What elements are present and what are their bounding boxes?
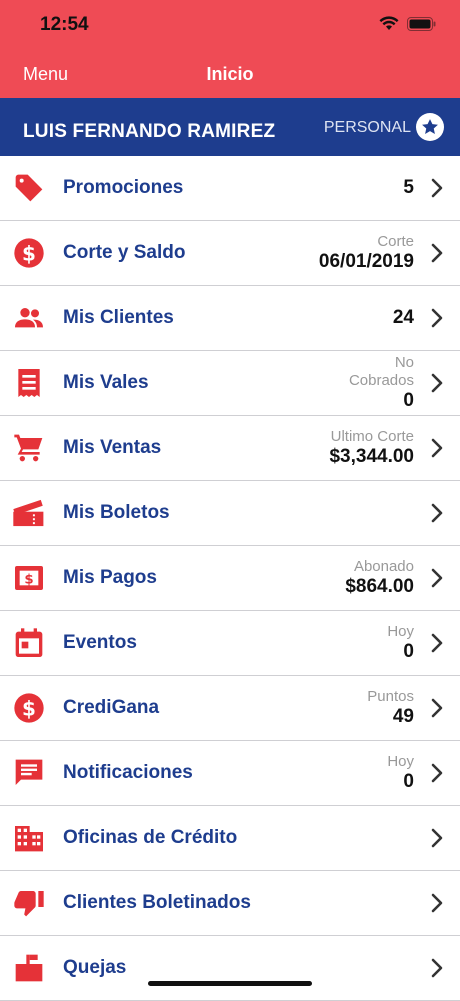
menu-item-info: Corte 06/01/2019 xyxy=(319,221,414,285)
menu-item-corte-y-saldo[interactable]: $ Corte y Saldo Corte 06/01/2019 xyxy=(0,221,460,286)
chevron-right-icon xyxy=(431,178,443,198)
chevron-right-icon xyxy=(431,828,443,848)
status-bar: 12:54 xyxy=(0,0,460,50)
menu-item-info: Hoy 0 xyxy=(387,611,414,675)
svg-text:$: $ xyxy=(22,696,36,720)
menu-item-value: 0 xyxy=(403,390,414,411)
dollar-circle-icon: $ xyxy=(12,691,46,725)
menu-item-info: 5 xyxy=(403,156,414,220)
menu-item-clientes-boletinados[interactable]: Clientes Boletinados xyxy=(0,871,460,936)
menu-item-info: Ultimo Corte $3,344.00 xyxy=(329,416,414,480)
menu-item-mis-clientes[interactable]: Mis Clientes 24 xyxy=(0,286,460,351)
menu-item-value: 06/01/2019 xyxy=(318,251,414,272)
chevron-right-icon xyxy=(431,373,443,393)
menu-button[interactable]: Menu xyxy=(23,64,68,85)
cart-icon xyxy=(12,431,46,465)
user-bar: LUIS FERNANDO RAMIREZ PERSONAL xyxy=(0,98,460,156)
calendar-icon xyxy=(12,626,46,660)
menu-item-label: Mis Clientes xyxy=(63,307,174,328)
page-title: Inicio xyxy=(206,64,254,84)
user-name: LUIS FERNANDO RAMIREZ xyxy=(23,121,276,142)
wifi-icon xyxy=(379,16,399,31)
menu-item-value: 49 xyxy=(392,706,414,727)
menu-item-label: Mis Boletos xyxy=(63,502,170,523)
menu-list: Promociones 5 $ Corte y Saldo Corte 06/0… xyxy=(0,156,460,1001)
menu-item-value: 0 xyxy=(403,641,414,662)
message-icon xyxy=(12,756,46,790)
battery-icon xyxy=(407,16,436,31)
menu-item-mis-vales[interactable]: Mis Vales No Cobrados 0 xyxy=(0,351,460,416)
chevron-right-icon xyxy=(431,438,443,458)
chevron-right-icon xyxy=(431,763,443,783)
menu-item-caption: No Cobrados xyxy=(348,354,414,389)
menu-item-label: Oficinas de Crédito xyxy=(63,827,238,848)
menu-item-caption: Hoy xyxy=(387,753,414,770)
menu-item-info: Hoy 0 xyxy=(387,741,414,805)
menu-item-mis-pagos[interactable]: $ Mis Pagos Abonado $864.00 xyxy=(0,546,460,611)
menu-item-quejas[interactable]: Quejas xyxy=(0,936,460,1001)
menu-item-info: 24 xyxy=(393,286,414,350)
chevron-right-icon xyxy=(431,308,443,328)
star-icon xyxy=(416,113,444,141)
payment-icon: $ xyxy=(12,561,46,595)
menu-item-credigana[interactable]: $ CrediGana Puntos 49 xyxy=(0,676,460,741)
menu-item-info: Puntos 49 xyxy=(367,676,414,740)
svg-text:$: $ xyxy=(24,572,33,587)
ticket-icon xyxy=(12,496,46,530)
chevron-right-icon xyxy=(431,243,443,263)
nav-bar: Inicio Menu xyxy=(0,50,460,98)
menu-item-label: Clientes Boletinados xyxy=(63,892,251,913)
building-icon xyxy=(12,821,46,855)
menu-item-eventos[interactable]: Eventos Hoy 0 xyxy=(0,611,460,676)
menu-item-caption: Hoy xyxy=(387,623,414,640)
menu-item-info: Abonado $864.00 xyxy=(345,546,414,610)
menu-item-promociones[interactable]: Promociones 5 xyxy=(0,156,460,221)
receipt-icon xyxy=(12,366,46,400)
menu-item-label: Notificaciones xyxy=(63,762,193,783)
chevron-right-icon xyxy=(431,633,443,653)
status-icons xyxy=(379,16,436,31)
menu-item-caption: Puntos xyxy=(367,688,414,705)
menu-item-label: Eventos xyxy=(63,632,137,653)
chevron-right-icon xyxy=(431,503,443,523)
menu-item-label: CrediGana xyxy=(63,697,160,718)
status-time: 12:54 xyxy=(40,14,89,35)
home-indicator[interactable] xyxy=(148,981,312,986)
svg-text:$: $ xyxy=(22,241,36,265)
menu-item-info: No Cobrados 0 xyxy=(349,351,414,415)
tag-icon xyxy=(12,171,46,205)
menu-item-value: 0 xyxy=(403,771,414,792)
menu-item-label: Mis Ventas xyxy=(63,437,162,458)
menu-item-mis-boletos[interactable]: Mis Boletos xyxy=(0,481,460,546)
menu-item-caption: Corte xyxy=(377,233,414,250)
chevron-right-icon xyxy=(431,698,443,718)
menu-item-label: Mis Vales xyxy=(63,372,149,393)
menu-item-label: Mis Pagos xyxy=(63,567,157,588)
menu-item-value: $3,344.00 xyxy=(329,446,414,467)
menu-item-label: Quejas xyxy=(63,957,127,978)
people-icon xyxy=(12,301,46,335)
thumbs-down-icon xyxy=(12,886,46,920)
menu-item-label: Corte y Saldo xyxy=(63,242,186,263)
menu-item-value: 5 xyxy=(403,177,414,198)
menu-item-oficinas-de-credito[interactable]: Oficinas de Crédito xyxy=(0,806,460,871)
account-type-label: PERSONAL xyxy=(323,119,411,136)
menu-item-notificaciones[interactable]: Notificaciones Hoy 0 xyxy=(0,741,460,806)
menu-item-value: 24 xyxy=(392,307,414,328)
menu-item-caption: Abonado xyxy=(353,558,414,575)
menu-item-label: Promociones xyxy=(63,177,184,198)
menu-item-value: $864.00 xyxy=(345,576,414,597)
chevron-right-icon xyxy=(431,568,443,588)
chevron-right-icon xyxy=(431,958,443,978)
mailbox-icon xyxy=(12,951,46,985)
dollar-circle-icon: $ xyxy=(12,236,46,270)
chevron-right-icon xyxy=(431,893,443,913)
menu-item-mis-ventas[interactable]: Mis Ventas Ultimo Corte $3,344.00 xyxy=(0,416,460,481)
menu-item-caption: Ultimo Corte xyxy=(330,428,414,445)
